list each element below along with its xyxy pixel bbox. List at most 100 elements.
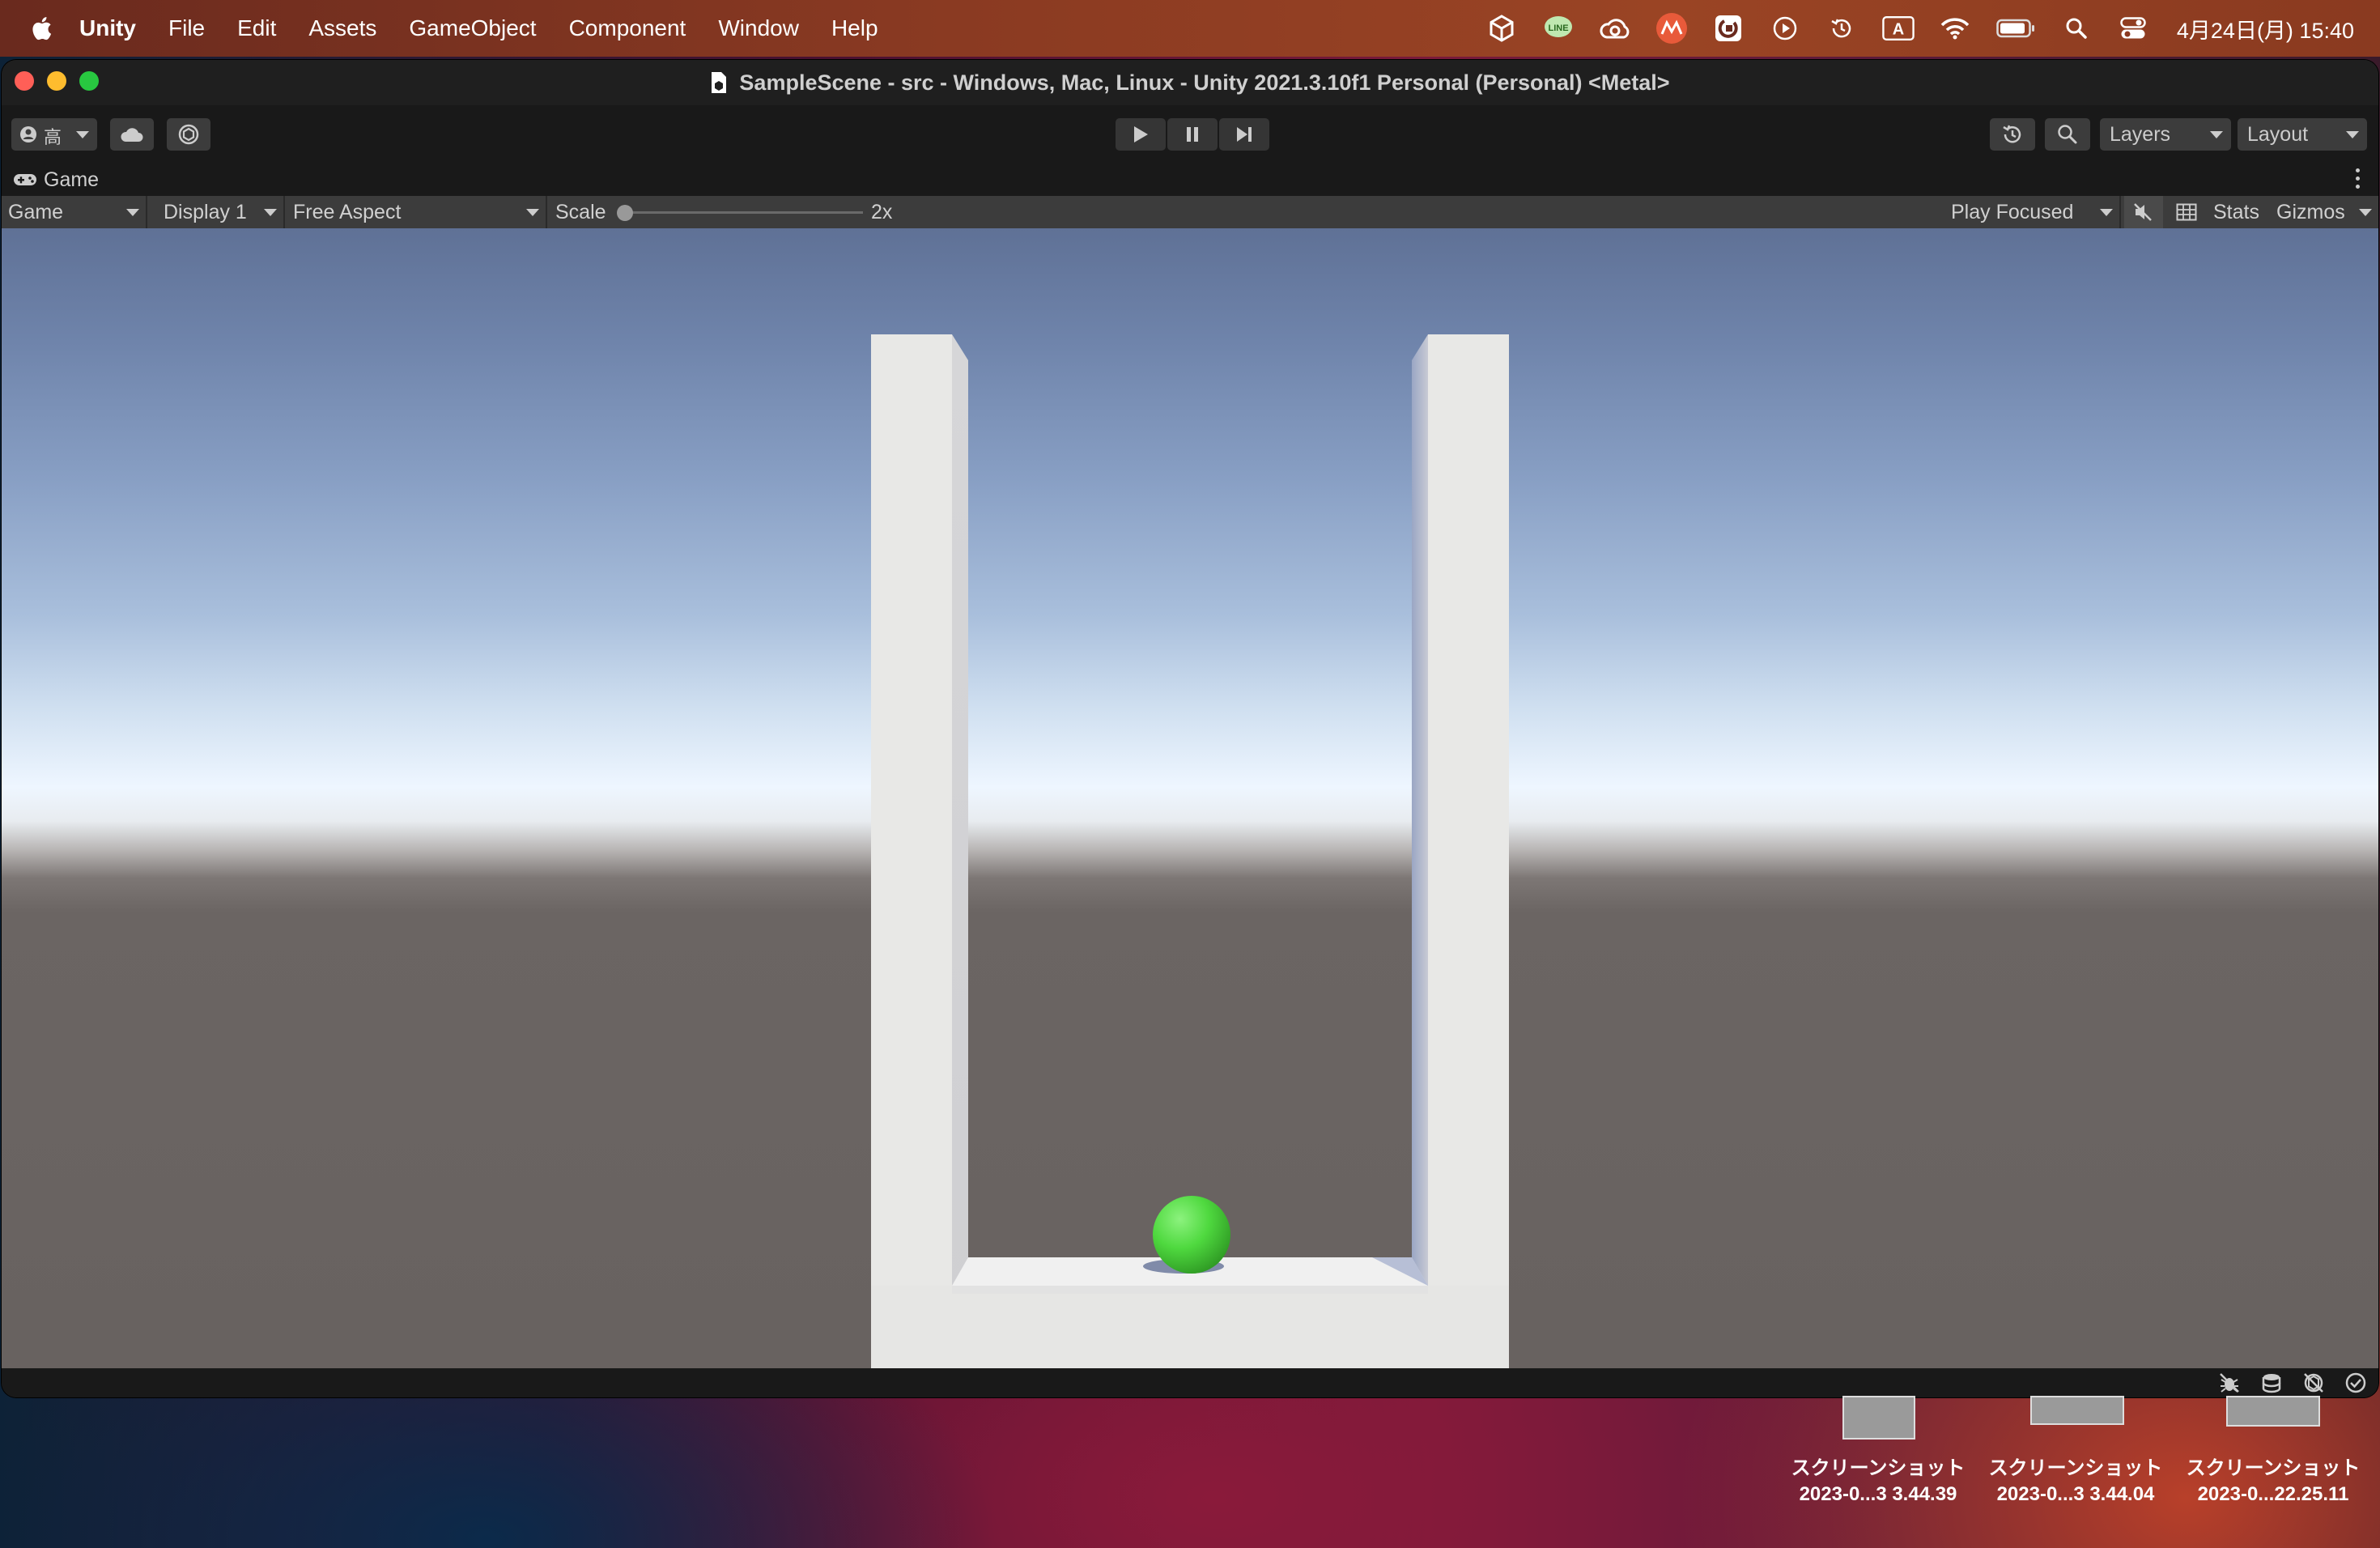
menu-unity[interactable]: Unity: [79, 15, 136, 41]
display-dropdown[interactable]: Display 1: [155, 196, 285, 228]
game-viewport[interactable]: [2, 228, 2378, 1368]
game-scene: [871, 334, 1509, 1368]
desktop-file-screenshot-3[interactable]: スクリーンショット 2023-0...22.25.11: [2176, 1456, 2370, 1508]
grid-icon: [2176, 203, 2197, 221]
layers-label: Layers: [2110, 122, 2171, 146]
scale-value: 2x: [871, 200, 893, 223]
tab-game[interactable]: Game: [13, 168, 99, 192]
gamepad-icon: [14, 174, 36, 185]
green-ball: [1153, 1196, 1230, 1274]
gizmos-label: Gizmos: [2276, 200, 2345, 223]
view-mode-dropdown[interactable]: Game: [2, 196, 147, 228]
aspect-label: Free Aspect: [293, 200, 402, 223]
pause-icon: [1187, 127, 1198, 142]
desktop-file-date-2: 2023-0...3 3.44.04: [1996, 1483, 2155, 1505]
desktop-file-date-3: 2023-0...22.25.11: [2197, 1483, 2349, 1505]
menu-window[interactable]: Window: [718, 15, 799, 41]
undo-history-button[interactable]: [1990, 118, 2035, 151]
check-circle-icon[interactable]: [2344, 1372, 2367, 1394]
menu-assets[interactable]: Assets: [308, 15, 376, 41]
step-icon: [1237, 127, 1252, 142]
network-off-icon[interactable]: [2302, 1372, 2325, 1394]
tab-game-label: Game: [44, 168, 100, 191]
battery-icon[interactable]: [1995, 12, 2036, 45]
screen-capture-icon[interactable]: [1712, 12, 1745, 45]
input-source-label: A: [1893, 21, 1904, 39]
scale-slider-track[interactable]: [620, 211, 863, 214]
cloud-button[interactable]: [110, 118, 154, 151]
game-tab-strip: Game: [2, 164, 2378, 196]
left-wall: [871, 334, 968, 1368]
svg-text:LINE: LINE: [1548, 23, 1568, 33]
desktop-file-screenshot-2[interactable]: スクリーンショット 2023-0...3 3.44.04: [1978, 1456, 2173, 1508]
floor-block: [871, 1257, 1509, 1368]
screenshot-thumbnail-1[interactable]: [1842, 1396, 1915, 1440]
line-icon[interactable]: LINE: [1542, 12, 1575, 45]
menu-gameobject[interactable]: GameObject: [409, 15, 536, 41]
layers-dropdown[interactable]: Layers: [2100, 118, 2231, 151]
desktop-file-date-1: 2023-0...3 3.44.39: [1799, 1483, 1957, 1505]
desktop-file-screenshot-1[interactable]: スクリーンショット 2023-0...3 3.44.39: [1781, 1456, 1975, 1508]
account-icon: [20, 126, 36, 142]
screenshot-thumbnail-3[interactable]: [2226, 1396, 2320, 1427]
scale-slider-handle[interactable]: [617, 205, 633, 221]
menu-help[interactable]: Help: [831, 15, 878, 41]
cache-server-icon[interactable]: [2260, 1372, 2283, 1394]
account-dropdown[interactable]: 高: [11, 118, 97, 151]
history-icon: [2003, 125, 2021, 143]
right-wall: [1412, 334, 1509, 1368]
scene-document-icon: [712, 72, 727, 93]
play-circle-icon[interactable]: [1769, 12, 1801, 45]
stats-label: Stats: [2213, 200, 2259, 223]
control-center-icon[interactable]: [2117, 12, 2149, 45]
editor-status-bar: [2, 1368, 2378, 1397]
menu-edit[interactable]: Edit: [237, 15, 276, 41]
aspect-dropdown[interactable]: Free Aspect: [287, 196, 547, 228]
collab-button[interactable]: [167, 118, 210, 151]
spotlight-search-icon[interactable]: [2060, 12, 2093, 45]
stats-button[interactable]: Stats: [2208, 196, 2270, 228]
menu-component[interactable]: Component: [569, 15, 686, 41]
close-window-button[interactable]: [15, 71, 34, 91]
collab-icon: [178, 124, 199, 145]
debug-bug-icon[interactable]: [2218, 1372, 2241, 1394]
unity-hub-icon[interactable]: [1485, 12, 1518, 45]
view-mode-label: Game: [8, 200, 64, 223]
macos-menu-bar: Unity File Edit Assets GameObject Compon…: [0, 0, 2380, 57]
layout-dropdown[interactable]: Layout: [2238, 118, 2367, 151]
grid-toggle[interactable]: [2168, 196, 2205, 228]
pause-button[interactable]: [1167, 118, 1218, 151]
layout-label: Layout: [2247, 122, 2309, 146]
gizmos-dropdown[interactable]: Gizmos: [2273, 196, 2378, 228]
creative-cloud-icon[interactable]: [1599, 12, 1631, 45]
input-source-icon[interactable]: A: [1882, 12, 1915, 45]
play-icon: [1134, 126, 1148, 142]
menu-file[interactable]: File: [168, 15, 205, 41]
unity-editor-window: SampleScene - src - Windows, Mac, Linux …: [2, 60, 2378, 1397]
search-button[interactable]: [2045, 118, 2090, 151]
search-icon: [2058, 125, 2077, 144]
step-button[interactable]: [1219, 118, 1269, 151]
zoom-window-button[interactable]: [79, 71, 99, 91]
play-focused-dropdown[interactable]: Play Focused: [1944, 196, 2121, 228]
wifi-icon[interactable]: [1939, 12, 1971, 45]
play-button[interactable]: [1116, 118, 1166, 151]
main-toolbar: 高 Layers Layout: [2, 105, 2378, 164]
more-options-icon[interactable]: [2356, 168, 2361, 191]
desktop-file-name-1: スクリーンショット: [1791, 1457, 1966, 1479]
screenshot-thumbnail-2[interactable]: [2030, 1396, 2124, 1425]
apple-menu-icon[interactable]: [31, 15, 52, 41]
play-focused-label: Play Focused: [1951, 200, 2074, 223]
display-label: Display 1: [164, 200, 247, 223]
account-label: 高: [44, 127, 62, 147]
menubar-clock[interactable]: 4月24日(月) 15:40: [2177, 13, 2354, 45]
minimize-window-button[interactable]: [47, 71, 66, 91]
app-icon[interactable]: [1655, 12, 1688, 45]
game-view-toolbar: Game Display 1 Free Aspect Scale 2x Play…: [2, 196, 2378, 228]
desktop-file-name-3: スクリーンショット: [2186, 1457, 2361, 1479]
window-titlebar[interactable]: SampleScene - src - Windows, Mac, Linux …: [2, 60, 2378, 105]
window-controls: [15, 71, 112, 91]
mute-audio-toggle[interactable]: [2124, 196, 2163, 228]
time-machine-icon[interactable]: [1825, 12, 1858, 45]
status-area: LINE A 4月24日(月) 15:40: [1461, 0, 2354, 57]
